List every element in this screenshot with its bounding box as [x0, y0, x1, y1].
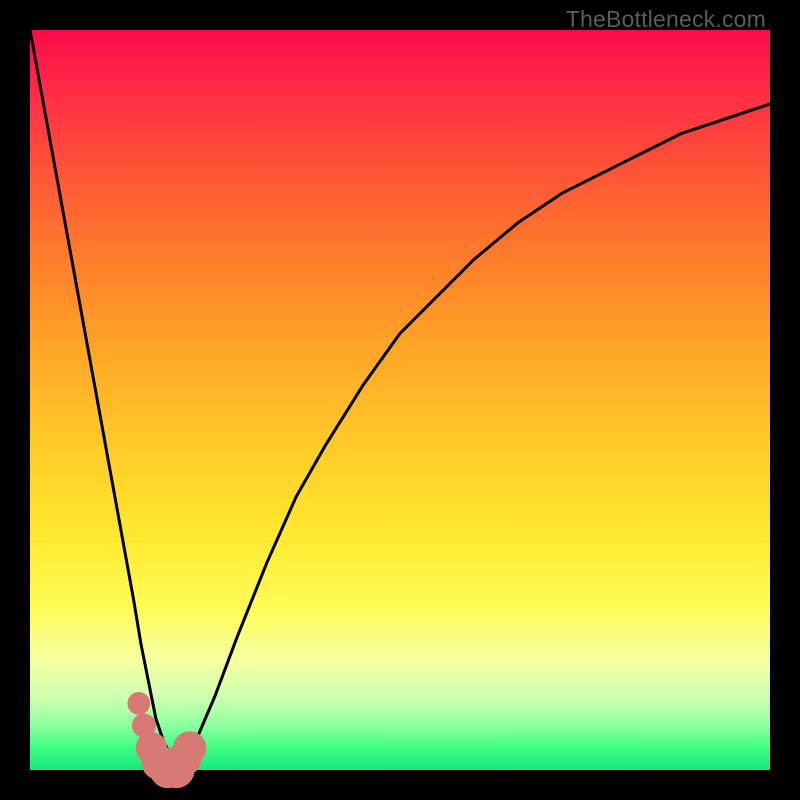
curve-marker	[127, 692, 150, 715]
bottleneck-curve-svg	[30, 30, 770, 770]
plot-area	[30, 30, 770, 770]
bottleneck-curve	[30, 30, 770, 770]
watermark-text: TheBottleneck.com	[566, 6, 766, 33]
curve-marker	[173, 731, 206, 764]
chart-frame: TheBottleneck.com	[0, 0, 800, 800]
marker-layer	[127, 692, 206, 788]
